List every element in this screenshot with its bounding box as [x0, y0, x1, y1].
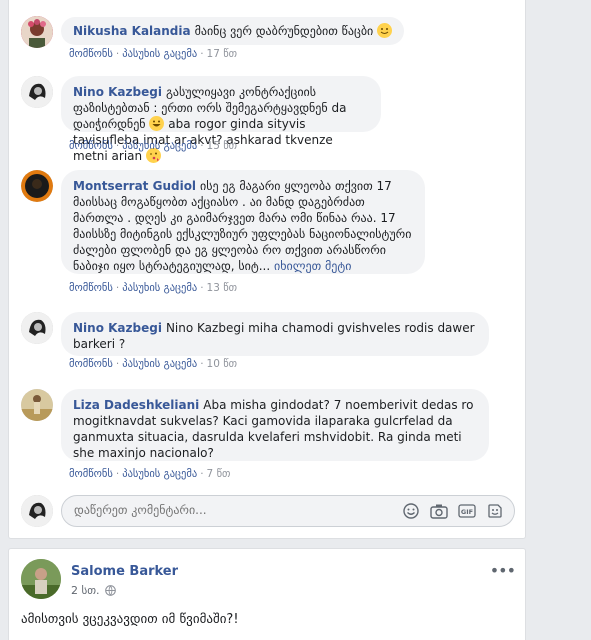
reply-link[interactable]: პასუხის გაცემა — [122, 48, 197, 60]
comment-actions: მომწონს · პასუხის გაცემა · 15 წთ — [69, 140, 238, 152]
comment-text: მაინც ვერ დაბრუნდებით წაცბი — [194, 24, 374, 38]
comment-text: ისე ეგ მაგარი ყლეობა თქვით 17 მაისსაც მო… — [73, 179, 412, 273]
sticker-icon[interactable] — [486, 502, 504, 520]
comment-author[interactable]: Nikusha Kalandia — [73, 24, 191, 38]
smile-emoji-icon — [377, 23, 393, 38]
post-card: Salome Barker 2 სთ. ••• ამისთვის ვცეკვავ… — [8, 548, 526, 640]
comment-actions: მომწონს · პასუხის გაცემა · 10 წთ — [69, 358, 238, 370]
comment-bubble: Nino Kazbegi Nino Kazbegi miha chamodi gv… — [61, 312, 489, 356]
reply-link[interactable]: პასუხის გაცემა — [122, 468, 197, 480]
comment-time[interactable]: 10 წთ — [207, 358, 238, 370]
comment-bubble: Montserrat Gudiol ისე ეგ მაგარი ყლეობა თქ… — [61, 170, 425, 274]
comment-composer: GIF — [21, 493, 515, 529]
like-link[interactable]: მომწონს — [69, 48, 113, 60]
comment-box: GIF — [61, 495, 515, 527]
more-options-icon[interactable]: ••• — [490, 561, 516, 580]
comment-author[interactable]: Nino Kazbegi — [73, 321, 162, 335]
comment-actions: მომწონს · პასუხის გაცემა · 7 წთ — [69, 468, 231, 480]
globe-icon — [105, 585, 116, 599]
post-meta: 2 სთ. — [71, 584, 116, 599]
comments-card: Nikusha Kalandia მაინც ვერ დაბრუნდებით წა… — [8, 0, 526, 539]
see-more-link[interactable]: იხილეთ მეტი — [274, 259, 351, 273]
gif-icon[interactable]: GIF — [458, 502, 476, 520]
comment-actions: მომწონს · პასუხის გაცემა · 13 წთ — [69, 282, 238, 294]
like-link[interactable]: მომწონს — [69, 468, 113, 480]
avatar[interactable] — [21, 389, 53, 421]
camera-icon[interactable] — [430, 502, 448, 520]
post-author[interactable]: Salome Barker — [71, 564, 178, 579]
comment-time[interactable]: 17 წთ — [207, 48, 238, 60]
like-link[interactable]: მომწონს — [69, 140, 113, 152]
avatar[interactable] — [21, 312, 53, 344]
post-text: ამისთვის ვცეკვავდით იმ წვიმაში?! — [21, 612, 239, 627]
comment-bubble: Liza Dadeshkeliani Aba misha gindodat? 7 … — [61, 389, 489, 461]
comment-time[interactable]: 15 წთ — [207, 140, 238, 152]
comment-bubble: Nino Kazbegi გასულიყავი კონტრაქციის ფაზის… — [61, 76, 381, 163]
avatar[interactable] — [21, 76, 53, 108]
emoji-icon[interactable] — [402, 502, 420, 520]
comment-input[interactable] — [74, 503, 374, 517]
avatar[interactable] — [21, 170, 53, 202]
composer-icons: GIF — [402, 502, 504, 520]
comment-actions: მომწონს · პასუხის გაცემა · 17 წთ — [69, 48, 238, 60]
svg-text:GIF: GIF — [461, 508, 473, 516]
comment-time[interactable]: 7 წთ — [207, 468, 231, 480]
like-link[interactable]: მომწონს — [69, 282, 113, 294]
current-user-avatar[interactable] — [21, 495, 53, 527]
reply-link[interactable]: პასუხის გაცემა — [122, 358, 197, 370]
comment-bubble: Nikusha Kalandia მაინც ვერ დაბრუნდებით წა… — [61, 17, 405, 45]
post-time[interactable]: 2 სთ. — [71, 584, 100, 597]
comment-author[interactable]: Liza Dadeshkeliani — [73, 398, 199, 412]
comment-author[interactable]: Nino Kazbegi — [73, 85, 162, 99]
reply-link[interactable]: პასუხის გაცემა — [122, 282, 197, 294]
like-link[interactable]: მომწონს — [69, 358, 113, 370]
comment-author[interactable]: Montserrat Gudiol — [73, 179, 196, 193]
comment-time[interactable]: 13 წთ — [207, 282, 238, 294]
reply-link[interactable]: პასუხის გაცემა — [122, 140, 197, 152]
post-author-avatar[interactable] — [21, 559, 61, 599]
avatar[interactable] — [21, 16, 53, 48]
grin-emoji-icon — [149, 116, 165, 131]
